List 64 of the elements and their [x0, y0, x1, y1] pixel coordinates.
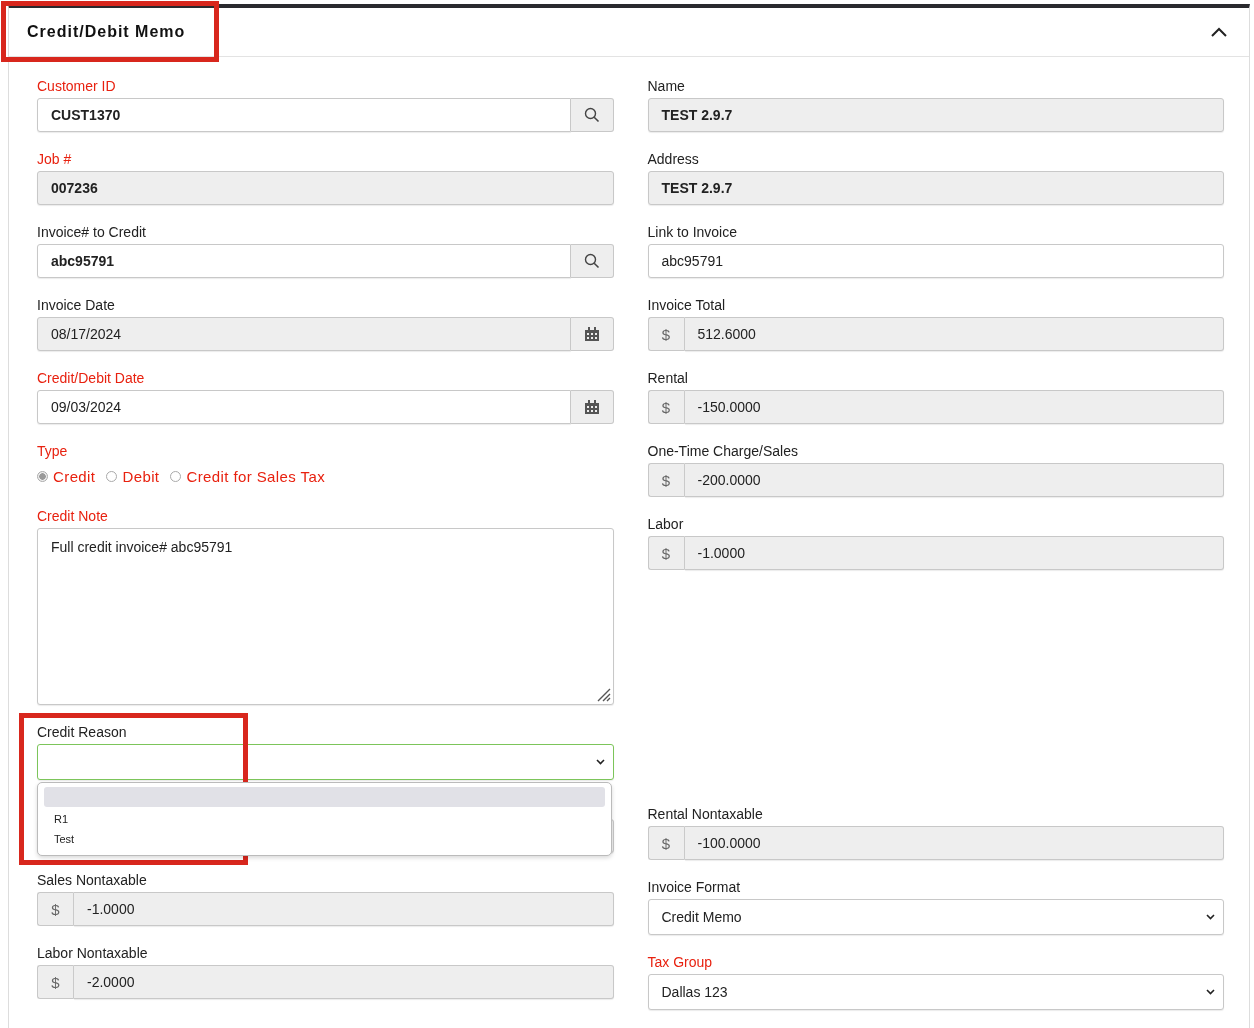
date-field[interactable]: 08/17/2024 [37, 317, 571, 351]
chevron-down-icon [595, 759, 605, 765]
search-button[interactable] [570, 98, 614, 132]
field-label: Invoice Format [647, 878, 741, 896]
search-icon [583, 253, 600, 269]
field-label: Invoice Total [647, 296, 726, 314]
field-label: Credit Reason [37, 723, 127, 741]
input-field[interactable]: TEST 2.9.7 [647, 98, 1224, 132]
field-label: Job # [37, 150, 72, 168]
input-field[interactable]: -2.0000 [74, 965, 614, 999]
radio-option[interactable]: Credit [37, 467, 96, 485]
radio-option[interactable]: Credit for Sales Tax [170, 467, 326, 485]
field-label: One-Time Charge/Sales [647, 442, 798, 460]
input-field[interactable]: -200.0000 [684, 463, 1224, 497]
input-field[interactable]: 007236 [37, 171, 614, 205]
text-area[interactable]: Full credit invoice# abc95791 [37, 528, 614, 705]
field-label: Address [647, 150, 699, 168]
field-label: Invoice# to Credit [37, 223, 146, 241]
currency-symbol: $ [647, 826, 685, 860]
input-field[interactable]: -100.0000 [684, 826, 1224, 860]
input-field[interactable]: -1.0000 [684, 536, 1224, 570]
field-label: Rental [647, 369, 688, 387]
input-field[interactable]: CUST1370 [37, 98, 571, 132]
currency-symbol: $ [37, 892, 74, 926]
calendar-button[interactable] [570, 390, 614, 424]
field-label: Invoice Date [37, 296, 115, 314]
radio-option[interactable]: Debit [106, 467, 160, 485]
field-label: Sales Nontaxable [37, 871, 147, 889]
field-label: Customer ID [37, 77, 116, 95]
input-field[interactable]: abc95791 [647, 244, 1224, 278]
field-label: Labor [647, 515, 684, 533]
field-label: Labor Nontaxable [37, 944, 148, 962]
input-field[interactable]: abc95791 [37, 244, 571, 278]
currency-symbol: $ [647, 536, 685, 570]
currency-symbol: $ [37, 965, 74, 999]
calendar-button[interactable] [570, 317, 614, 351]
select-field[interactable]: Dallas 123 [647, 974, 1224, 1010]
select-field[interactable]: Credit Memo [647, 899, 1224, 935]
currency-symbol: $ [647, 390, 685, 424]
input-field[interactable]: -150.0000 [684, 390, 1224, 424]
calendar-icon [583, 399, 600, 415]
calendar-icon [583, 326, 600, 342]
search-button[interactable] [570, 244, 614, 278]
field-label: Tax Group [647, 953, 713, 971]
chevron-down-icon [1206, 914, 1215, 920]
input-field[interactable]: 512.6000 [684, 317, 1224, 351]
field-label: Credit/Debit Date [37, 369, 145, 387]
chevron-down-icon [1206, 989, 1215, 995]
currency-symbol: $ [647, 463, 685, 497]
field-label: Credit Note [37, 507, 108, 525]
field-label: Rental Nontaxable [647, 805, 763, 823]
input-field[interactable]: -1.0000 [74, 892, 614, 926]
dropdown-option[interactable]: R1 [44, 809, 605, 829]
field-label: Type [37, 442, 68, 460]
date-field[interactable]: 09/03/2024 [37, 390, 571, 424]
chevron-up-icon[interactable] [1211, 27, 1227, 37]
input-field[interactable]: TEST 2.9.7 [647, 171, 1224, 205]
select-field[interactable] [37, 744, 614, 780]
panel-title: Credit/Debit Memo [27, 23, 186, 41]
field-label: Name [647, 77, 685, 95]
dropdown-option[interactable]: Test [44, 829, 605, 849]
field-label: Link to Invoice [647, 223, 737, 241]
currency-symbol: $ [647, 317, 685, 351]
search-icon [583, 107, 600, 123]
